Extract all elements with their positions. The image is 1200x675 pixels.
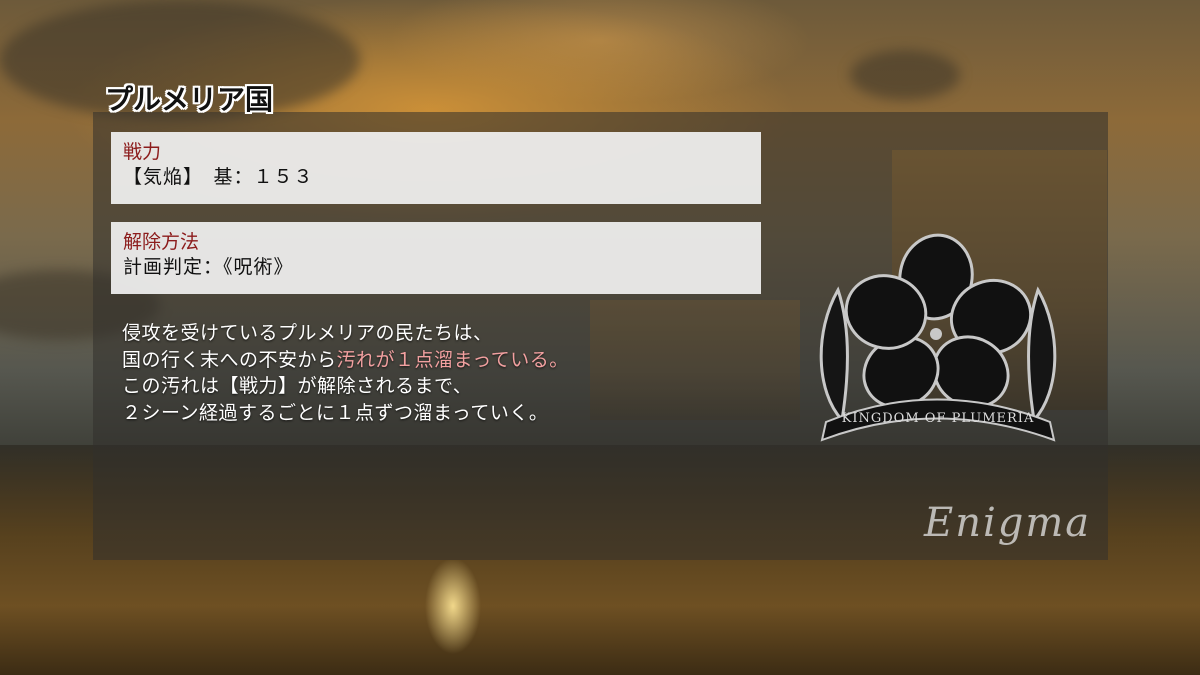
description-highlight: 汚れが１点溜まっている。 bbox=[336, 348, 569, 371]
release-heading: 解除方法 bbox=[123, 231, 200, 253]
page-title: プルメリア国 bbox=[105, 83, 274, 116]
release-card: 解除方法 計画判定：《呪術》 bbox=[111, 222, 761, 294]
strength-heading: 戦力 bbox=[123, 141, 162, 163]
description-line: この汚れは【戦力】が解除されるまで、 bbox=[122, 375, 473, 397]
description-line: ２シーン経過するごとに１点ずつ溜まっていく。 bbox=[122, 401, 549, 424]
emblem-banner-text: KINGDOM OF PLUMERIA bbox=[842, 411, 1035, 426]
plumeria-emblem-icon: KINGDOM OF PLUMERIA bbox=[819, 233, 1057, 442]
brand-logo: Enigma bbox=[924, 500, 1092, 546]
strength-value: 【気焔】 基：１５３ bbox=[123, 166, 314, 188]
release-value: 計画判定：《呪術》 bbox=[123, 256, 294, 278]
description-line: 侵攻を受けているプルメリアの民たちは、 bbox=[122, 322, 493, 344]
strength-card: 戦力 【気焔】 基：１５３ bbox=[111, 132, 761, 204]
description-line: 国の行く末への不安から汚れが１点溜まっている。 bbox=[122, 347, 569, 374]
cloud bbox=[850, 50, 960, 100]
description-text: 侵攻を受けているプルメリアの民たちは、 国の行く末への不安から汚れが１点溜まって… bbox=[122, 320, 569, 426]
sun-reflection bbox=[418, 560, 488, 675]
description-text-normal: 国の行く末への不安から bbox=[122, 348, 337, 371]
